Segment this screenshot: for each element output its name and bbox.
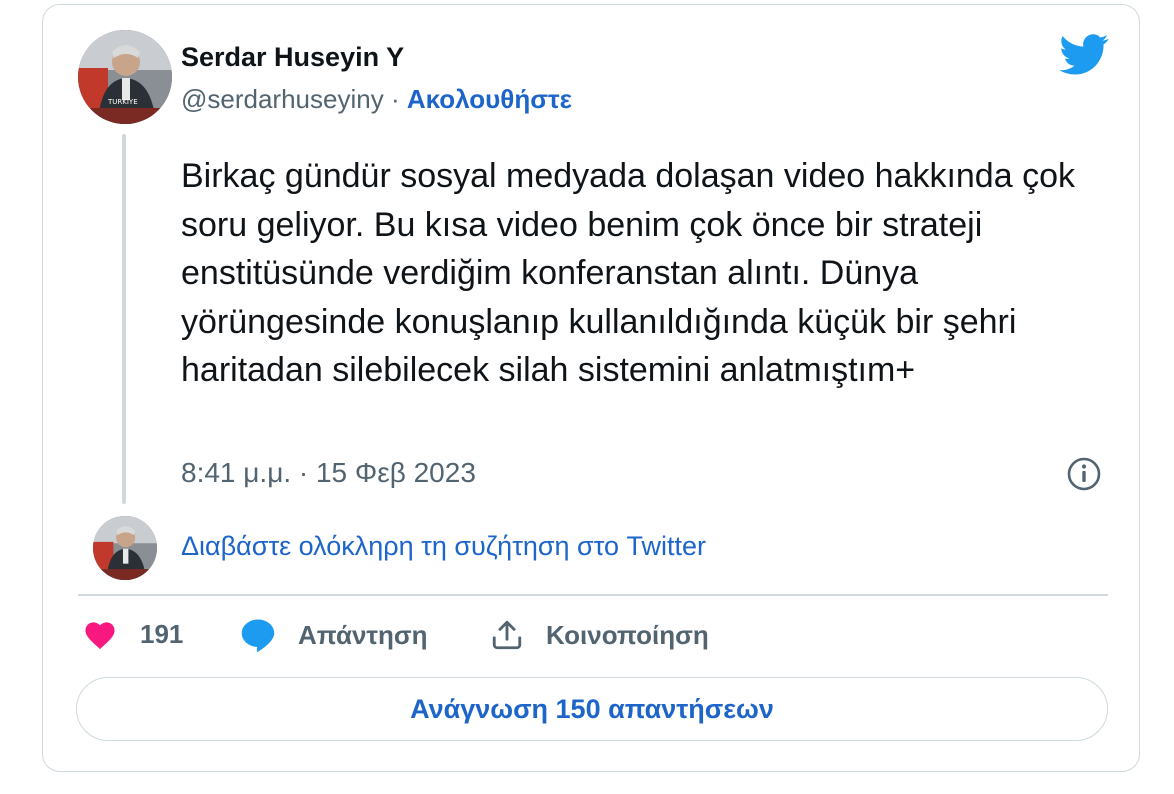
conversation-avatar[interactable] [93, 516, 157, 580]
reply-bubble-icon [241, 619, 275, 652]
handle-separator: · [383, 84, 407, 114]
tweet-timestamp[interactable]: 8:41 μ.μ. · 15 Φεβ 2023 [181, 457, 476, 489]
heart-icon [85, 622, 115, 650]
reply-button[interactable]: Απάντηση [240, 618, 428, 652]
read-replies-button[interactable]: Ανάγνωση 150 απαντήσεων [76, 677, 1108, 741]
follow-link[interactable]: Ακολουθήστε [407, 84, 572, 114]
author-name[interactable]: Serdar Huseyin Y [181, 42, 404, 73]
info-icon[interactable] [1066, 456, 1102, 492]
tweet-text: Birkaç gündür sosyal medyada dolaşan vid… [181, 157, 1075, 389]
avatar-caption: TURKIYE [107, 98, 138, 106]
thread-line [122, 134, 126, 504]
divider [78, 594, 1108, 596]
handle-row: @serdarhuseyiny · Ακολουθήστε [181, 84, 572, 115]
share-icon [492, 620, 522, 650]
like-button[interactable]: 191 [82, 618, 183, 650]
twitter-bird-icon[interactable] [1058, 34, 1110, 76]
author-avatar[interactable]: TURKIYE [78, 30, 172, 124]
like-count: 191 [140, 618, 184, 649]
read-conversation-link[interactable]: Διαβάστε ολόκληρη τη συζήτηση στο Twitte… [181, 531, 706, 562]
share-button[interactable]: Κοινοποίηση [490, 618, 709, 652]
reply-label: Απάντηση [298, 619, 428, 650]
author-handle[interactable]: @serdarhuseyiny [181, 84, 384, 114]
share-label: Κοινοποίηση [546, 619, 709, 650]
